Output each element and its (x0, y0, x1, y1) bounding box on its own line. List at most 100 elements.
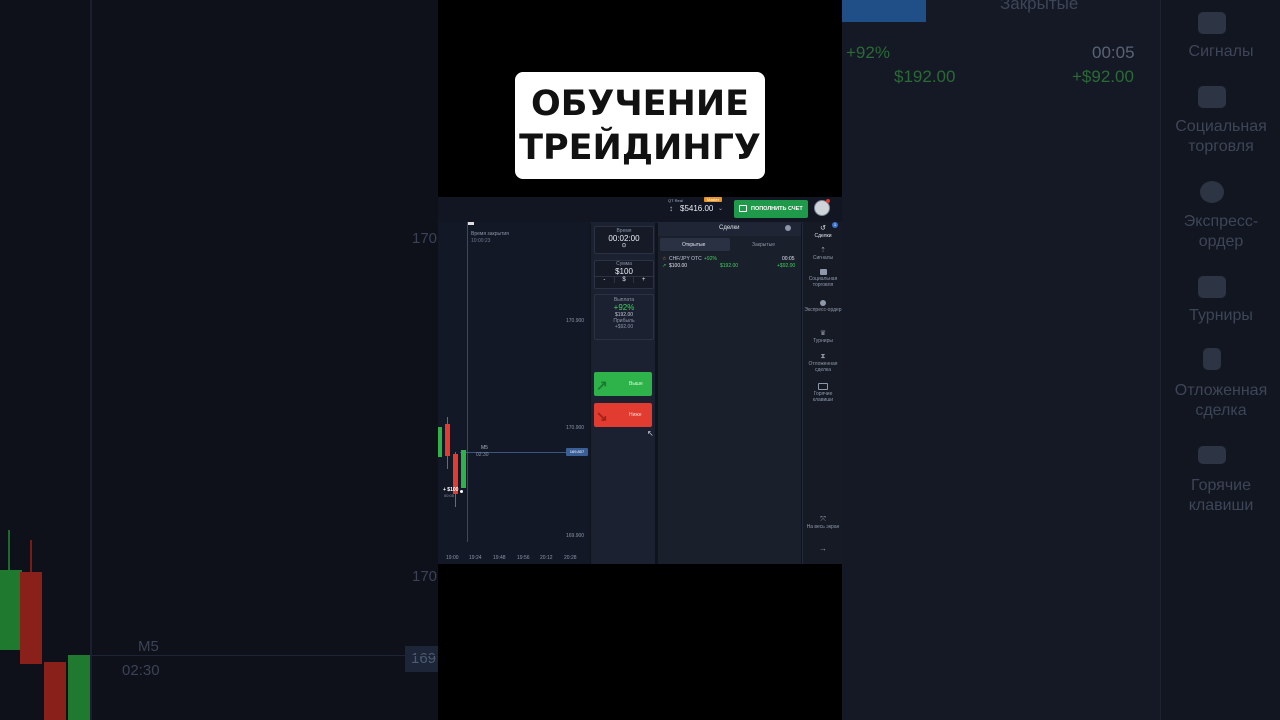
chevron-down-icon[interactable]: ⌄ (718, 205, 723, 212)
deals-title: Сделки (719, 225, 740, 231)
expand-icon: ⤧ (820, 516, 826, 523)
bg-candle-green-2 (68, 655, 90, 720)
current-price-tag: 169.807 (566, 448, 588, 456)
account-balance[interactable]: $5416.00 (680, 204, 713, 213)
buy-up-label: Выше (629, 381, 643, 387)
sidebar-item-pending-trade[interactable]: ⧗ Отложенная сделка (803, 353, 842, 373)
bg-candle-red-2 (44, 662, 66, 720)
price-level: 169.900 (566, 533, 585, 539)
target-icon (820, 300, 826, 306)
bg-sidebar-social: Социальная торговля (1175, 118, 1267, 155)
deal-row[interactable]: ☆ CHF/JPY OTC +92% 00:05 ↗ $100.00 $192.… (662, 256, 799, 274)
video-title-card: ОБУЧЕНИЕ ТРЕЙДИНГУ (515, 72, 765, 179)
payout-box: Выплата +92% $192.00 Прибыль +$92.00 (594, 294, 654, 340)
trophy-icon: ♛ (819, 330, 827, 337)
fullscreen-button[interactable]: ⤧ На весь экран (803, 516, 842, 530)
amount-field[interactable]: Сумма $100 - $ + (594, 260, 654, 289)
bg-timeframe: M5 (138, 638, 159, 655)
bg-timer: 02:30 (122, 662, 160, 679)
bg-sidebar-signals: Сигналы (1188, 43, 1254, 60)
top-bar: QT Real Master ↕ $5416.00 ⌄ ПОПОЛНИТЬ СЧ… (438, 197, 842, 223)
arrow-up-icon: ↗ (662, 263, 667, 269)
timeframe-label: M5 (481, 445, 488, 451)
sidebar-item-deals[interactable]: ↺ Сделки (803, 225, 842, 239)
background-panel-right: Закрытые +92% 00:05 $192.00 +$92.00 Сигн… (842, 0, 1280, 720)
bg-percent: +92% (846, 43, 890, 62)
profit-value: +$92.00 (614, 324, 634, 330)
arrow-right-icon[interactable]: → (803, 545, 842, 553)
time-tick: 20:28 (564, 555, 577, 561)
history-icon: ↺ (820, 225, 826, 232)
trading-app: QT Real Master ↕ $5416.00 ⌄ ПОПОЛНИТЬ СЧ… (438, 197, 842, 564)
price-level: 170.900 (566, 318, 585, 324)
sidebar-item-hotkeys[interactable]: Горячие клавиши (803, 383, 842, 403)
background-chart-left: 170 170 M5 02:30 169 (0, 0, 438, 720)
tab-open[interactable]: Открытые (660, 238, 730, 251)
notification-dot (826, 199, 830, 203)
right-sidebar: 1 ↺ Сделки ⇡ Сигналы Социальная торговля… (802, 222, 842, 564)
sidebar-item-social-trading[interactable]: Социальная торговля (803, 269, 842, 288)
users-icon (819, 269, 827, 275)
sidebar-item-tournaments[interactable]: ♛ Турниры (803, 330, 842, 344)
time-tick: 19:00 (446, 555, 459, 561)
trade-panel: Время 00:02:00 ⊙ Сумма $100 - $ + Выплат… (591, 222, 655, 564)
close-time-value: 10:00:23 (471, 238, 491, 244)
deal-timer: 00:05 (782, 256, 795, 262)
sidebar-item-signals[interactable]: ⇡ Сигналы (803, 247, 842, 261)
candle-green (461, 450, 466, 488)
buy-up-button[interactable]: ↗ Выше (594, 372, 652, 396)
time-tick: 19:24 (469, 555, 482, 561)
bg-payout: $192.00 (894, 67, 956, 86)
sell-down-button[interactable]: ↘ Ниже (594, 403, 652, 427)
bg-profit: +$92.00 (1072, 67, 1134, 86)
keyboard-icon (818, 383, 828, 390)
bg-price-tag: 169 (405, 646, 438, 672)
amount-field-value: $100 (615, 267, 633, 276)
deal-amount: $100.00 (669, 263, 688, 269)
account-label: QT Real (668, 198, 683, 203)
deposit-button-label: ПОПОЛНИТЬ СЧЕТ (751, 206, 803, 212)
tab-closed[interactable]: Закрытые (732, 238, 799, 251)
sidebar-item-express-order[interactable]: Экспресс-ордер (803, 300, 842, 313)
bg-price-label-2: 170 (412, 568, 438, 585)
trend-down-icon: ↘ (596, 408, 608, 424)
account-badge: Master (704, 197, 722, 202)
candle-green (438, 427, 442, 457)
bg-sidebar-tournaments: Турниры (1189, 307, 1253, 324)
deal-profit: +$92.00 (777, 263, 796, 269)
title-line-2: ТРЕЙДИНГУ (519, 127, 761, 168)
time-tick: 20:12 (540, 555, 553, 561)
bg-price-label: 170 (412, 230, 438, 247)
price-level: 170.900 (566, 425, 585, 431)
price-chart[interactable]: Время закрытия 10:00:23 170.900 170.900 … (438, 222, 590, 564)
deals-panel: Сделки Открытые Закрытые ☆ CHF/JPY OTC +… (658, 222, 801, 564)
time-field[interactable]: Время 00:02:00 ⊙ (594, 226, 654, 254)
title-line-1: ОБУЧЕНИЕ (530, 83, 750, 124)
time-tick: 19:48 (493, 555, 506, 561)
clock-icon: ⊙ (621, 243, 627, 249)
star-icon: ☆ (662, 256, 667, 262)
mouse-cursor-icon: ↖ (647, 429, 654, 438)
bg-candle-red (20, 572, 42, 664)
bg-timer-right: 00:05 (1092, 43, 1135, 62)
amount-minus-button[interactable]: - (595, 277, 614, 283)
hourglass-icon: ⧗ (820, 353, 826, 360)
bg-candle-green (0, 570, 22, 650)
bg-sidebar-hotkeys: Горячие клавиши (1188, 477, 1254, 514)
payout-percent: +92% (613, 303, 635, 312)
deal-percent: +92% (704, 256, 717, 262)
bg-tab-closed: Закрытые (1000, 0, 1079, 13)
deposit-button[interactable]: ПОПОЛНИТЬ СЧЕТ (734, 200, 808, 218)
time-tick: 19:56 (517, 555, 530, 561)
amount-plus-button[interactable]: + (634, 277, 653, 283)
deal-pair: CHF/JPY OTC (669, 256, 702, 262)
trade-marker-time: 00:05 (444, 493, 455, 498)
timeframe-timer: 02:30 (476, 452, 489, 458)
settings-icon[interactable] (785, 225, 791, 231)
currency-toggle[interactable]: $ (613, 277, 635, 283)
trend-up-icon: ↗ (596, 377, 608, 393)
time-field-value: 00:02:00 (608, 234, 640, 243)
bg-sidebar-express: Экспресс-ордер (1183, 213, 1259, 250)
deal-payout: $192.00 (720, 263, 739, 269)
sell-down-label: Ниже (629, 412, 642, 418)
